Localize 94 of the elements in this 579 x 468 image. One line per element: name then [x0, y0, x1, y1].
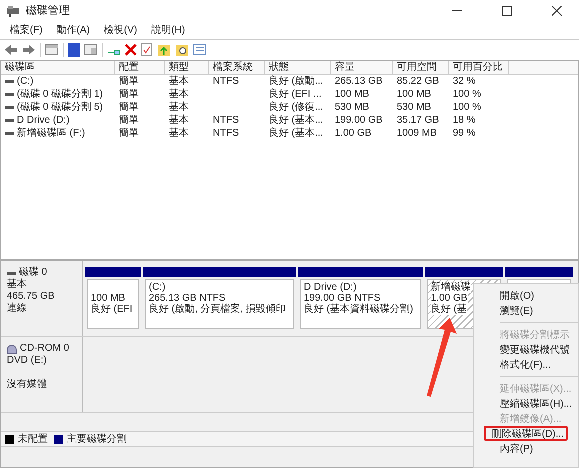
partition-capacity: 100 MB [91, 293, 126, 304]
menu-item[interactable]: 動作(A) [50, 23, 96, 38]
table-cell: 基本 [169, 88, 189, 101]
window-title: 磁碟管理 [26, 4, 70, 19]
table-cell: (磁碟 0 磁碟分割 1) [17, 88, 104, 101]
partition-label: (C:) [149, 282, 166, 293]
folder-up-icon[interactable] [157, 43, 171, 57]
disk-size: 465.75 GB [7, 291, 55, 302]
table-cell: (磁碟 0 磁碟分割 5) [17, 101, 104, 114]
table-cell: 85.22 GB [397, 75, 440, 88]
table-cell: 基本 [169, 101, 189, 114]
table-cell: (C:) [17, 75, 34, 88]
list-icon[interactable] [193, 44, 207, 56]
partition-label: 新增磁碟 [431, 282, 471, 293]
disk-name: 磁碟 0 [19, 267, 48, 278]
checked-document-icon[interactable] [141, 43, 153, 57]
menu-item[interactable]: 檢視(V) [98, 23, 144, 38]
drive-icon [5, 132, 14, 135]
column-header[interactable]: 類型 [165, 61, 209, 75]
menu-item[interactable]: 說明(H) [145, 23, 192, 38]
table-cell: 100 MB [397, 88, 432, 101]
table-cell: 530 MB [397, 101, 432, 114]
table-cell: 簡單 [119, 88, 139, 101]
partition-label: D Drive (D:) [304, 282, 357, 293]
folder-search-icon[interactable] [175, 43, 189, 57]
column-header[interactable]: 可用百分比 [449, 61, 509, 75]
media-status: 沒有媒體 [7, 379, 47, 391]
maximize-icon[interactable] [502, 6, 512, 16]
table-cell: 530 MB [335, 101, 370, 114]
table-cell: 良好 (基本... [269, 114, 324, 127]
menu-item[interactable]: 檔案(F) [4, 23, 49, 38]
table-cell: 100 MB [335, 88, 370, 101]
table-cell: 32 % [453, 75, 476, 88]
table-cell: 199.00 GB [335, 114, 383, 127]
table-cell: 1.00 GB [335, 127, 372, 140]
drive-icon [5, 119, 14, 122]
table-cell: 良好 (基本... [269, 127, 324, 140]
cd-drive-icon [7, 344, 17, 354]
disk-name: CD-ROM 0 [20, 343, 70, 355]
table-cell: NTFS [213, 114, 240, 127]
table-cell: 基本 [169, 114, 189, 127]
column-header[interactable]: 狀態 [265, 61, 331, 75]
menu-item[interactable]: 變更磁碟機代號 [474, 342, 572, 357]
panel-icon[interactable] [45, 44, 59, 56]
table-cell: 良好 (修復... [269, 101, 324, 114]
partition-status: 良好 (EFI [91, 304, 133, 315]
partition-capacity: 265.13 GB NTFS [149, 293, 226, 304]
column-header[interactable]: 磁碟區 [1, 61, 115, 75]
table-cell: 基本 [169, 127, 189, 140]
partition-status: 良好 (基 [431, 304, 468, 315]
column-header[interactable]: 配置 [115, 61, 165, 75]
drive-letter: DVD (E:) [7, 355, 47, 367]
table-cell: 簡單 [119, 114, 139, 127]
close-icon[interactable] [552, 6, 562, 16]
partition-status: 良好 (啟動, 分頁檔案, 損毀傾印 [149, 304, 286, 315]
menu-item[interactable]: 格式化(F)... [474, 357, 554, 372]
disk-state: 連線 [7, 303, 27, 315]
back-arrow-icon[interactable] [4, 44, 18, 56]
table-cell: 良好 (啟動... [269, 75, 324, 88]
table-cell: 265.13 GB [335, 75, 383, 88]
forward-arrow-icon[interactable] [22, 44, 36, 56]
legend-label: 未配置 [18, 432, 48, 446]
drive-icon [5, 80, 14, 83]
menu-item[interactable]: 刪除磁碟區(D)... [484, 426, 568, 441]
table-cell: 簡單 [119, 75, 139, 88]
panel-icon[interactable] [84, 44, 98, 56]
table-cell: 1009 MB [397, 127, 438, 140]
disk-management-icon [6, 5, 20, 17]
partition-capacity: 1.00 GB [431, 293, 468, 304]
table-cell: NTFS [213, 75, 240, 88]
table-cell: D Drive (D:) [17, 114, 70, 127]
table-cell: 99 % [453, 127, 476, 140]
disk-type: 基本 [7, 279, 27, 291]
legend-label: 主要磁碟分割 [67, 432, 127, 446]
table-cell: 良好 (EFI ... [269, 88, 322, 101]
column-header[interactable]: 容量 [331, 61, 393, 75]
table-cell: 100 % [453, 88, 482, 101]
column-header[interactable]: 可用空間 [393, 61, 449, 75]
table-cell: 18 % [453, 114, 476, 127]
table-cell: 基本 [169, 75, 189, 88]
drive-icon [5, 93, 14, 96]
delete-icon[interactable] [125, 44, 137, 56]
drive-icon [5, 106, 14, 109]
partition-capacity: 199.00 GB NTFS [304, 293, 381, 304]
menu-item[interactable]: 內容(P) [474, 441, 536, 456]
table-cell: 簡單 [119, 127, 139, 140]
partition-status: 良好 (基本資料磁碟分割) [304, 304, 414, 315]
menu-item[interactable]: 壓縮磁碟區(H)... [474, 396, 574, 411]
table-cell: NTFS [213, 127, 240, 140]
table-cell: 簡單 [119, 101, 139, 114]
table-cell: 35.17 GB [397, 114, 440, 127]
table-cell: 100 % [453, 101, 482, 114]
table-cell: 新增磁碟區 (F:) [17, 127, 86, 140]
column-header[interactable]: 檔案系統 [209, 61, 265, 75]
